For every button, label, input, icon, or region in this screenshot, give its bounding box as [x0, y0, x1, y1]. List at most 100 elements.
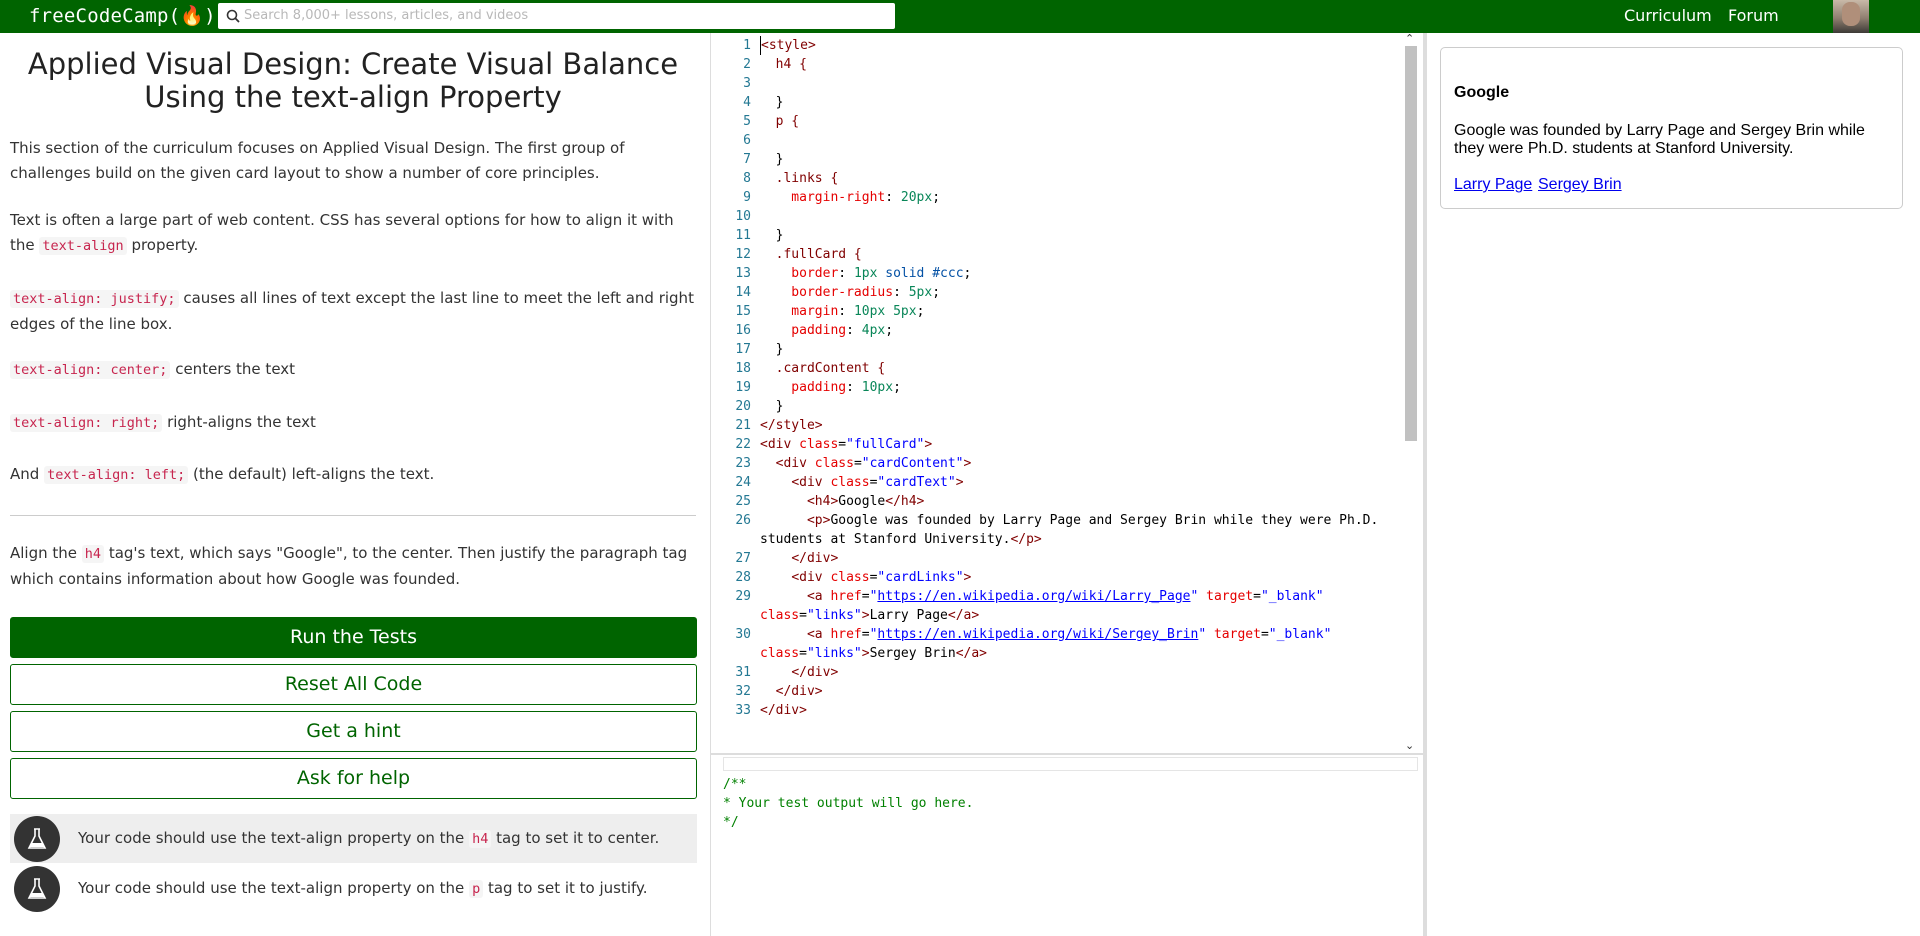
navbar: freeCodeCamp(🔥) Search 8,000+ lessons, a…	[0, 0, 1920, 33]
code-text: .fullCard {	[760, 247, 862, 262]
code-line: 1 <style>	[711, 36, 1401, 55]
inline-code: h4	[81, 545, 105, 563]
text: (the default) left-aligns the text.	[188, 465, 435, 483]
attr-value: "cardContent"	[861, 456, 964, 471]
code-line: 3	[711, 74, 1401, 93]
code-line: 16 padding: 4px;	[711, 321, 1401, 340]
editor-scrollbar[interactable]	[1405, 46, 1417, 441]
text: Your code should use the text-align prop…	[78, 879, 470, 897]
attr-value: "cardLinks"	[877, 570, 964, 585]
code-line: 17 }	[711, 340, 1401, 359]
css-value: 10px	[861, 380, 894, 395]
ask-help-button[interactable]: Ask for help	[10, 758, 697, 799]
inline-code: h4	[469, 830, 492, 848]
scroll-up-icon[interactable]: ⌃	[1405, 33, 1414, 45]
code-line: 30 <a href="https://en.wikipedia.org/wik…	[711, 625, 1401, 663]
preview-paragraph: Google was founded by Larry Page and Ser…	[1454, 122, 1865, 157]
code-content: Google was founded by Larry Page and Ser…	[830, 513, 1379, 528]
code-url[interactable]: https://en.wikipedia.org/wiki/Sergey_Bri…	[877, 627, 1198, 642]
code-text: border: 1px solid #ccc;	[760, 266, 972, 281]
challenge-title: Applied Visual Design: Create Visual Bal…	[27, 47, 679, 114]
search-bar[interactable]: Search 8,000+ lessons, articles, and vid…	[218, 3, 895, 29]
avatar[interactable]	[1833, 0, 1869, 33]
code-line: 20 }	[711, 397, 1401, 416]
code-text: <style>	[760, 36, 816, 55]
code-line: 8 .links {	[711, 169, 1401, 188]
reset-code-button[interactable]: Reset All Code	[10, 664, 697, 705]
code-line: 21 </style>	[711, 416, 1401, 435]
code-text: p {	[760, 114, 800, 129]
code-text: margin: 10px 5px;	[760, 304, 925, 319]
css-value: 5px	[908, 285, 933, 300]
output-header-bar	[723, 757, 1418, 771]
line-number: 8	[743, 171, 751, 186]
line-number: 31	[735, 665, 751, 680]
css-property: padding	[760, 380, 847, 395]
code-text: h4 {	[760, 57, 807, 72]
code-line: 4 }	[711, 93, 1401, 112]
test-item: Your code should use the text-align prop…	[10, 864, 697, 913]
code-content: Sergey Brin	[869, 646, 956, 661]
code-text: }	[760, 95, 784, 110]
code-editor[interactable]: 1 <style> 2 h4 { 3 4 } 5 p { 6 7 } 8 .lin…	[711, 33, 1423, 755]
right-paragraph: text-align: right; right-aligns the text	[10, 410, 696, 436]
code-url[interactable]: https://en.wikipedia.org/wiki/Larry_Page	[877, 589, 1190, 604]
code-text-wrapped: class="links">Sergey Brin</a>	[760, 646, 987, 661]
css-property: margin-right	[760, 190, 886, 205]
line-number: 27	[735, 551, 751, 566]
line-number: 7	[743, 152, 751, 167]
code-text: </div>	[775, 684, 823, 699]
line-number: 29	[735, 589, 751, 604]
link-larry-page[interactable]: Larry Page	[1454, 176, 1532, 194]
run-tests-button[interactable]: Run the Tests	[10, 617, 697, 658]
test-text: Your code should use the text-align prop…	[78, 828, 659, 849]
nav-forum-link[interactable]: Forum	[1728, 7, 1779, 25]
text-align-paragraph: Text is often a large part of web conten…	[10, 208, 696, 259]
center-paragraph: text-align: center; centers the text	[10, 357, 696, 383]
line-number: 17	[735, 342, 751, 357]
inline-code: text-align	[39, 237, 127, 255]
code-text: </div>	[791, 665, 839, 680]
nav-curriculum-link[interactable]: Curriculum	[1624, 7, 1712, 25]
line-number: 24	[735, 475, 751, 490]
line-number: 4	[743, 95, 751, 110]
left-paragraph: And text-align: left; (the default) left…	[10, 462, 696, 488]
line-number: 15	[735, 304, 751, 319]
code-line: 9 margin-right: 20px;	[711, 188, 1401, 207]
css-value: 20px	[900, 190, 933, 205]
code-content: Larry Page	[869, 608, 948, 623]
css-property: border-radius	[760, 285, 894, 300]
code-text: margin-right: 20px;	[760, 190, 941, 205]
code-text: </div>	[791, 551, 839, 566]
scroll-down-icon[interactable]: ⌄	[1405, 740, 1414, 752]
line-number: 19	[735, 380, 751, 395]
code-line: 29 <a href="https://en.wikipedia.org/wik…	[711, 587, 1401, 625]
code-lines[interactable]: 1 <style> 2 h4 { 3 4 } 5 p { 6 7 } 8 .lin…	[711, 36, 1401, 720]
fcc-logo[interactable]: freeCodeCamp(🔥)	[29, 3, 216, 29]
link-sergey-brin[interactable]: Sergey Brin	[1538, 176, 1622, 194]
code-text: </style>	[760, 418, 823, 433]
code-text: </div>	[760, 703, 807, 718]
css-property: padding	[760, 323, 847, 338]
code-line: 26 <p>Google was founded by Larry Page a…	[711, 511, 1401, 549]
text: Your code should use the text-align prop…	[78, 829, 470, 847]
line-number: 11	[735, 228, 751, 243]
code-line: 15 margin: 10px 5px;	[711, 302, 1401, 321]
line-number: 2	[743, 57, 751, 72]
text: tag's text, which says "Google", to the …	[10, 544, 688, 588]
search-input[interactable]: Search 8,000+ lessons, articles, and vid…	[244, 8, 528, 24]
code-text: padding: 4px;	[760, 323, 894, 338]
get-hint-button[interactable]: Get a hint	[10, 711, 697, 752]
code-line: 13 border: 1px solid #ccc;	[711, 264, 1401, 283]
code-line: 22 <div class="fullCard">	[711, 435, 1401, 454]
css-value: #ccc	[932, 266, 964, 281]
code-line: 14 border-radius: 5px;	[711, 283, 1401, 302]
code-text: <a href="https://en.wikipedia.org/wiki/L…	[806, 589, 1324, 604]
css-value: 1px	[853, 266, 878, 281]
line-number: 12	[735, 247, 751, 262]
line-number: 25	[735, 494, 751, 509]
code-line: 12 .fullCard {	[711, 245, 1401, 264]
code-line: 5 p {	[711, 112, 1401, 131]
preview-heading: Google	[1454, 84, 1510, 101]
code-line: 31 </div>	[711, 663, 1401, 682]
